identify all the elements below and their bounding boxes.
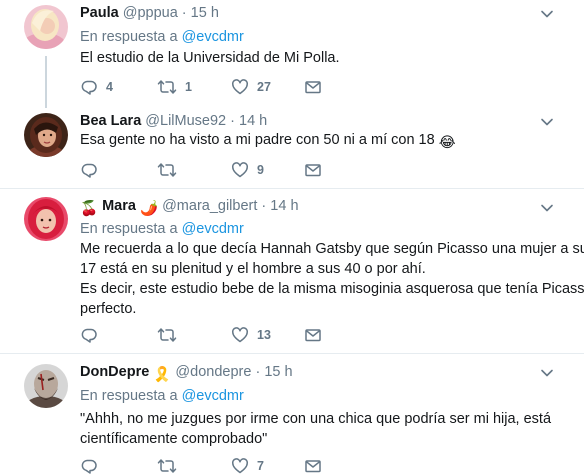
laughing-emoji-icon: 😂 — [438, 135, 456, 151]
direct-message-button[interactable] — [304, 77, 322, 97]
avatar[interactable] — [24, 197, 68, 241]
like-count: 13 — [257, 328, 271, 342]
user-handle[interactable]: @LilMuse92 — [145, 113, 226, 129]
display-name[interactable]: Paula — [80, 5, 119, 21]
message-icon — [305, 329, 321, 342]
display-name[interactable]: Bea Lara — [80, 113, 141, 129]
reply-icon — [81, 163, 97, 178]
like-icon — [232, 458, 248, 474]
reply-icon — [81, 328, 97, 343]
reply-button[interactable] — [80, 456, 106, 476]
reply-context: En respuesta a @evcdmr — [80, 220, 244, 238]
reply-prefix: En respuesta a — [80, 29, 178, 45]
tweet-paula[interactable]: Paula @pppua · 15 h En respuesta a @evcd… — [0, 0, 584, 108]
like-icon — [232, 79, 248, 95]
display-name[interactable]: DonDepre — [80, 364, 149, 380]
reply-button[interactable] — [80, 160, 106, 180]
direct-message-button[interactable] — [304, 160, 322, 180]
retweet-button[interactable] — [157, 325, 185, 345]
user-handle[interactable]: @dondepre — [175, 364, 251, 380]
retweet-button[interactable] — [157, 160, 185, 180]
user-handle[interactable]: @mara_gilbert — [162, 198, 257, 214]
reply-button[interactable]: 4 — [80, 77, 113, 97]
tweet-text-line: El estudio de la Universidad de Mi Polla… — [80, 50, 340, 66]
reply-icon — [81, 459, 97, 474]
retweet-button[interactable] — [157, 456, 185, 476]
retweet-icon — [157, 459, 177, 473]
separator-dot: · — [255, 364, 261, 380]
tweet-text: El estudio de la Universidad de Mi Polla… — [80, 48, 570, 68]
like-count: 27 — [257, 80, 271, 94]
direct-message-button[interactable] — [304, 325, 322, 345]
tweet-bea-lara[interactable]: Bea Lara @LilMuse92 · 14 h Esa gente no … — [0, 108, 584, 188]
tweet-text-line: "Ahhh, no me juzgues por irme con una ch… — [80, 411, 552, 427]
tweet-text: Esa gente no ha visto a mi padre con 50 … — [80, 130, 570, 153]
tweet-header: DonDepre 🎗️ @dondepre · 15 h — [80, 363, 293, 383]
retweet-icon — [157, 328, 177, 342]
separator-dot: · — [230, 113, 235, 129]
timestamp[interactable]: 15 h — [191, 5, 219, 21]
ribbon-emoji-icon: 🎗️ — [153, 367, 172, 383]
tweet-text-line: 17 está en su plenitud y el hombre a sus… — [80, 261, 426, 277]
like-button[interactable]: 9 — [231, 160, 264, 180]
retweet-count: 1 — [185, 80, 192, 94]
chevron-down-icon[interactable] — [540, 7, 554, 21]
tweet-header: 🍒 Mara 🌶️ @mara_gilbert · 14 h — [80, 197, 299, 217]
like-button[interactable]: 27 — [231, 77, 271, 97]
avatar[interactable] — [24, 113, 68, 157]
reply-prefix: En respuesta a — [80, 221, 178, 237]
reply-button[interactable] — [80, 325, 106, 345]
retweet-button[interactable]: 1 — [157, 77, 192, 97]
tweet-text-line: perfecto. — [80, 301, 137, 317]
like-button[interactable]: 7 — [231, 456, 264, 476]
tweet-text-line: Es decir, este estudio bebe de la misma … — [80, 281, 584, 297]
reply-mention-link[interactable]: @evcdmr — [182, 29, 244, 45]
direct-message-button[interactable] — [304, 456, 322, 476]
avatar[interactable] — [24, 5, 68, 49]
like-button[interactable]: 13 — [231, 325, 271, 345]
reply-icon — [81, 80, 97, 95]
cherry-emoji-icon: 🍒 — [80, 201, 99, 217]
tweet-text-content: Esa gente no ha visto a mi padre con 50 … — [80, 132, 435, 148]
reply-mention-link[interactable]: @evcdmr — [182, 388, 244, 404]
tweet-dondepre[interactable]: DonDepre 🎗️ @dondepre · 15 h En respuest… — [0, 354, 584, 476]
like-icon — [232, 162, 248, 178]
like-count: 9 — [257, 163, 264, 177]
tweet-text-line: Me recuerda a lo que decía Hannah Gatsby… — [80, 241, 584, 257]
timestamp[interactable]: 14 h — [239, 113, 267, 129]
retweet-icon — [157, 163, 177, 177]
reply-context: En respuesta a @evcdmr — [80, 387, 244, 405]
reply-mention-link[interactable]: @evcdmr — [182, 221, 244, 237]
timestamp[interactable]: 14 h — [270, 198, 298, 214]
tweet-text-line: Esa gente no ha visto a mi padre con 50 … — [80, 130, 570, 153]
like-icon — [232, 327, 248, 343]
tweet-mara[interactable]: 🍒 Mara 🌶️ @mara_gilbert · 14 h En respue… — [0, 189, 584, 353]
like-count: 7 — [257, 459, 264, 473]
tweet-header: Paula @pppua · 15 h — [80, 4, 219, 22]
separator-dot: · — [181, 5, 187, 21]
message-icon — [305, 460, 321, 473]
chevron-down-icon[interactable] — [540, 115, 554, 129]
timestamp[interactable]: 15 h — [264, 364, 292, 380]
tweet-text: "Ahhh, no me juzgues por irme con una ch… — [80, 409, 570, 449]
tweet-text: Me recuerda a lo que decía Hannah Gatsby… — [80, 239, 584, 319]
reply-count: 4 — [106, 80, 113, 94]
user-handle[interactable]: @pppua — [123, 5, 178, 21]
reply-prefix: En respuesta a — [80, 388, 178, 404]
chevron-down-icon[interactable] — [540, 201, 554, 215]
message-icon — [305, 81, 321, 94]
tweet-header: Bea Lara @LilMuse92 · 14 h — [80, 112, 267, 130]
retweet-icon — [157, 80, 177, 94]
message-icon — [305, 164, 321, 177]
reply-context: En respuesta a @evcdmr — [80, 28, 244, 46]
chevron-down-icon[interactable] — [540, 366, 554, 380]
avatar[interactable] — [24, 364, 68, 408]
separator-dot: · — [261, 198, 267, 214]
display-name[interactable]: Mara — [102, 198, 136, 214]
tweet-text-line: científicamente comprobado" — [80, 431, 268, 447]
chili-pepper-emoji-icon: 🌶️ — [139, 201, 159, 217]
